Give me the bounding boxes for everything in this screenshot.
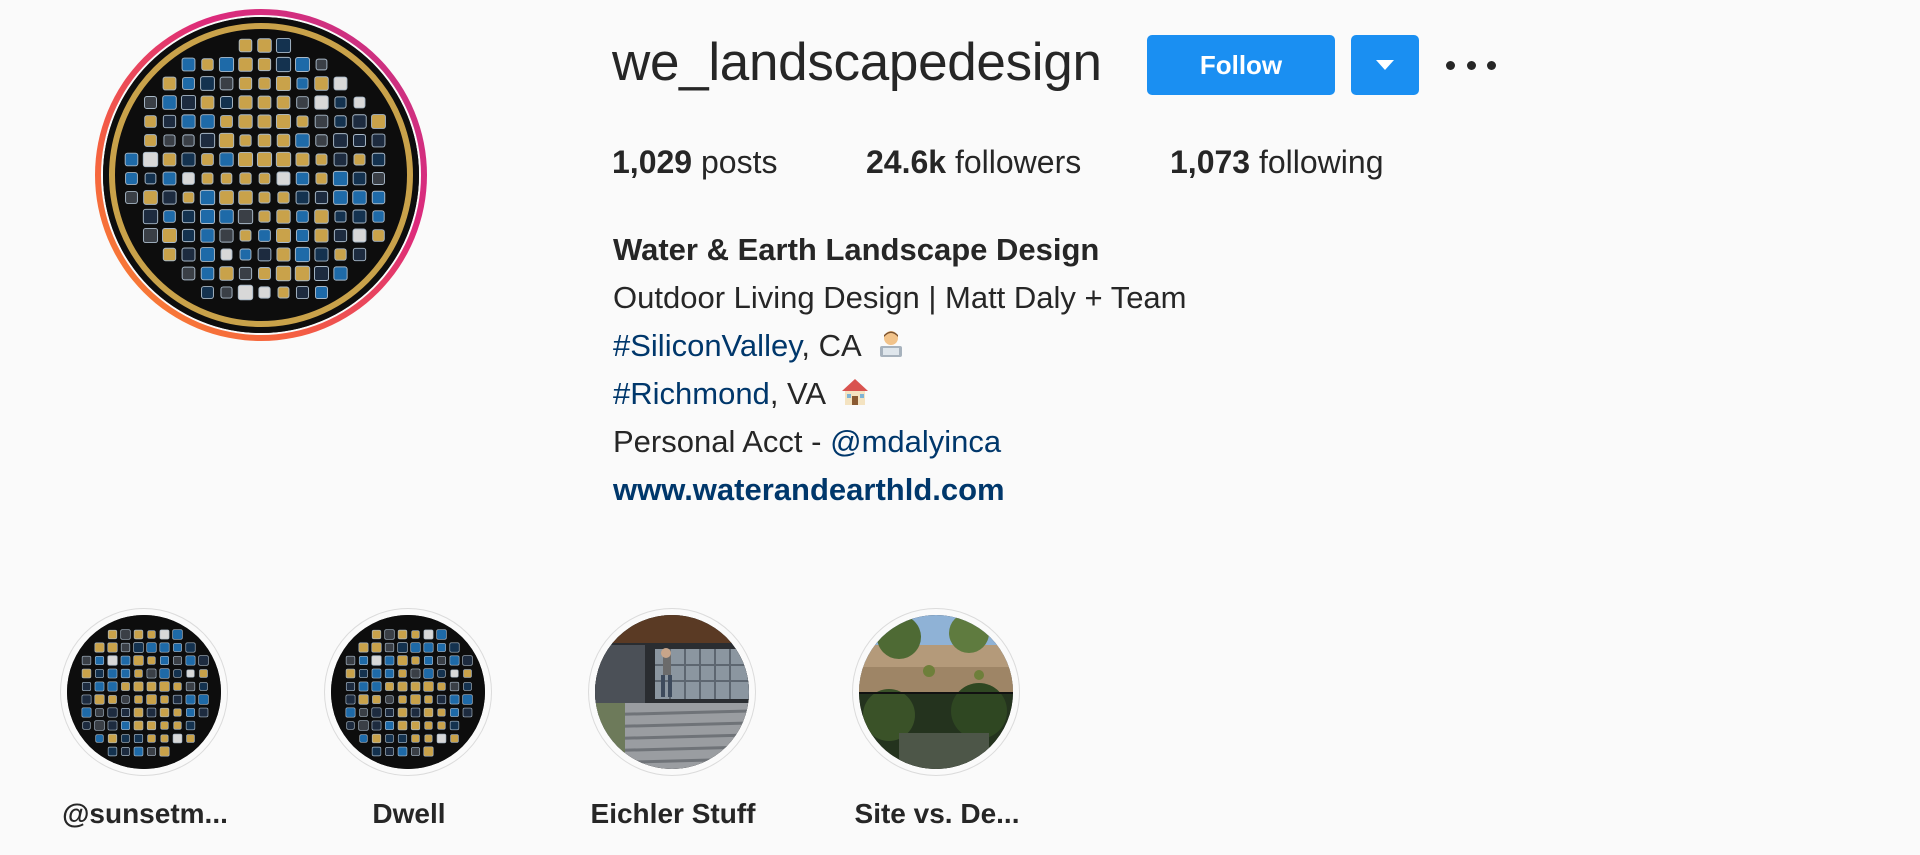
highlight-ring [852, 608, 1020, 776]
mention-link[interactable]: @mdalyinca [830, 424, 1001, 459]
more-options-icon[interactable] [1446, 48, 1496, 82]
bio-line: #Richmond, VA [613, 370, 1187, 418]
chevron-down-icon [1376, 60, 1394, 70]
followers-label: followers [954, 144, 1082, 180]
highlight-ring [60, 608, 228, 776]
dot [1487, 60, 1496, 70]
mosaic-tile-logo-icon [67, 615, 221, 769]
highlight-label: @sunsetm... [62, 798, 228, 829]
highlight-ring [588, 608, 756, 776]
bio-text: , VA [769, 376, 825, 411]
house-emoji-icon [839, 374, 871, 422]
hashtag-link[interactable]: #Richmond [613, 376, 770, 411]
website-link[interactable]: www.waterandearthld.com [613, 466, 1187, 514]
profile-bio: Water & Earth Landscape Design Outdoor L… [613, 226, 1187, 514]
mosaic-tile-logo-icon [331, 615, 485, 769]
dot [1466, 60, 1476, 70]
bio-line: Outdoor Living Design | Matt Daly + Team [613, 280, 1187, 315]
dot [1446, 60, 1455, 70]
highlight-ring [324, 608, 492, 776]
suggested-accounts-button[interactable] [1351, 35, 1419, 95]
highlight-item[interactable]: Site vs. De... [852, 608, 1022, 829]
posts-label: posts [700, 144, 778, 180]
hashtag-link[interactable]: #SiliconValley [613, 328, 801, 363]
bio-line: Personal Acct - @mdalyinca [613, 418, 1187, 466]
highlight-item[interactable]: @sunsetm... [60, 608, 230, 829]
following-stat[interactable]: 1,073 following [1170, 144, 1383, 181]
highlight-label: Dwell [372, 798, 446, 829]
following-label: following [1258, 144, 1384, 180]
highlight-label: Eichler Stuff [590, 798, 756, 829]
site-vs-design-photo [859, 615, 1013, 769]
followers-stat[interactable]: 24.6k followers [866, 144, 1081, 181]
followers-count: 24.6k [866, 144, 947, 180]
display-name: Water & Earth Landscape Design [613, 232, 1100, 267]
profile-avatar[interactable] [95, 9, 427, 341]
mosaic-tile-logo-icon [103, 17, 419, 333]
eichler-house-photo [595, 615, 749, 769]
posts-count: 1,029 [612, 144, 693, 180]
highlight-item[interactable]: Eichler Stuff [588, 608, 758, 829]
bio-text: Personal Acct - [613, 424, 831, 459]
bio-line: #SiliconValley, CA [613, 322, 1187, 370]
following-count: 1,073 [1170, 144, 1251, 180]
bio-text: , CA [801, 328, 860, 363]
highlight-item[interactable]: Dwell [324, 608, 494, 829]
username-heading: we_landscapedesign [612, 33, 1102, 92]
posts-stat: 1,029 posts [612, 144, 777, 181]
highlight-label: Site vs. De... [854, 798, 1020, 829]
follow-button[interactable]: Follow [1147, 35, 1335, 95]
technologist-emoji-icon [875, 326, 907, 374]
